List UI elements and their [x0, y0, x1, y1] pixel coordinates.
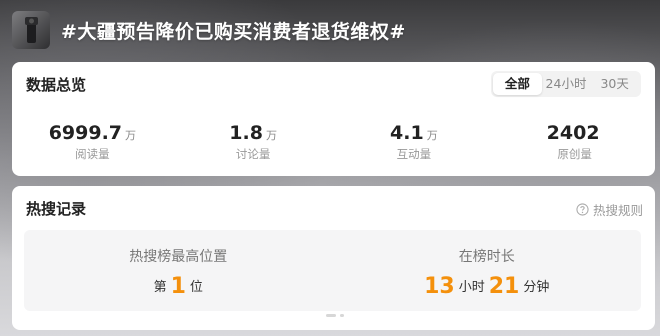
highest-position: 热搜榜最高位置 第1位 — [24, 230, 333, 311]
carousel-indicator — [324, 314, 346, 317]
position-suffix: 位 — [189, 280, 203, 295]
tab-all[interactable]: 全部 — [493, 73, 542, 95]
time-on-list-label: 在榜时长 — [458, 249, 515, 265]
tab-24h[interactable]: 24小时 — [542, 73, 591, 95]
hours-number: 13 — [424, 274, 455, 299]
rules-label: 热搜规则 — [592, 203, 643, 218]
topic-thumbnail — [12, 11, 50, 49]
tab-30d[interactable]: 30天 — [590, 73, 639, 95]
time-on-list: 在榜时长 13 小时 21 分钟 — [333, 230, 642, 311]
hot-search-title: 热搜记录 — [26, 200, 87, 218]
stat-reads: 6999.7 万 阅读量 — [12, 122, 173, 162]
minutes-number: 21 — [488, 274, 520, 299]
stat-unit: 万 — [265, 129, 277, 142]
position-number: 1 — [170, 274, 186, 299]
stat-label: 原创量 — [557, 147, 592, 161]
overview-card: 数据总览 全部 24小时 30天 6999.7 万 阅读量 1.8 万 讨论量 4.… — [12, 62, 655, 176]
highest-position-label: 热搜榜最高位置 — [129, 249, 228, 265]
stat-label: 阅读量 — [75, 147, 110, 161]
stats-row: 6999.7 万 阅读量 1.8 万 讨论量 4.1 万 互动量 2402 原创量 — [12, 122, 655, 162]
stat-value: 1.8 — [229, 122, 263, 144]
rank-panel: 热搜榜最高位置 第1位 在榜时长 13 小时 21 分钟 — [24, 230, 641, 311]
stat-unit: 万 — [426, 129, 438, 142]
minutes-unit: 分钟 — [523, 280, 550, 295]
overview-title: 数据总览 — [26, 76, 87, 94]
time-range-tabs: 全部 24小时 30天 — [491, 71, 641, 97]
stat-label: 互动量 — [396, 147, 432, 161]
stat-value: 6999.7 — [48, 122, 123, 144]
stat-unit: 万 — [125, 129, 137, 142]
stat-interactions: 4.1 万 互动量 — [334, 122, 495, 162]
indicator-dot-active — [326, 314, 336, 317]
stat-discussions: 1.8 万 讨论量 — [173, 122, 334, 162]
hot-search-card: 热搜记录 热搜规则 热搜榜最高位置 第1位 在榜时长 13 小时 21 分钟 — [12, 186, 655, 330]
indicator-dot — [340, 314, 344, 317]
stat-value: 4.1 — [390, 122, 424, 144]
hours-unit: 小时 — [458, 280, 485, 295]
help-icon — [576, 203, 589, 216]
topic-header: #大疆预告降价已购买消费者退货维权# — [12, 9, 406, 51]
stat-originals: 2402 原创量 — [494, 122, 655, 162]
position-prefix: 第 — [153, 280, 167, 295]
topic-title: #大疆预告降价已购买消费者退货维权# — [61, 20, 406, 43]
stat-value: 2402 — [546, 122, 600, 144]
hot-search-rules-link[interactable]: 热搜规则 — [576, 200, 643, 219]
stat-label: 讨论量 — [235, 147, 271, 161]
